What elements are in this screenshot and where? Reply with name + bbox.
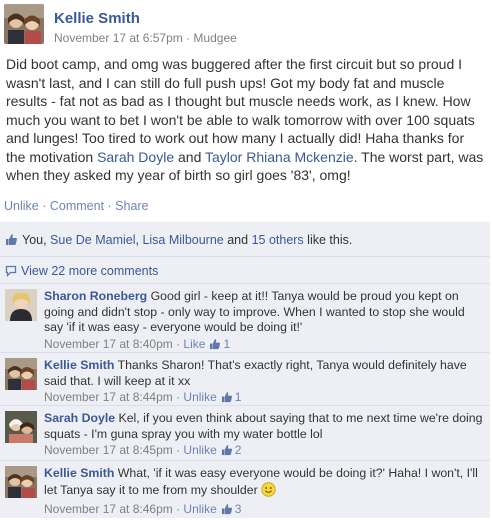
comment-unlike-link[interactable]: Unlike [183,502,216,516]
comment-meta: November 17 at 8:45pm · Unlike 2 [44,443,486,461]
post-author-name[interactable]: Kellie Smith [54,10,140,27]
likes-others-link[interactable]: 15 others [252,233,304,247]
divider [0,405,490,406]
post-body: Did boot camp, and omg was buggered afte… [6,55,486,185]
action-separator: · [38,199,50,213]
view-more-comments[interactable]: View 22 more comments [5,264,158,278]
likes-and: and [223,233,252,247]
divider [0,256,490,257]
thumbs-up-icon[interactable] [221,444,233,461]
post-location[interactable]: Mudgee [193,31,236,45]
comment-text-block: Kellie Smith What, 'if it was easy every… [44,466,486,520]
tagged-person-taylor[interactable]: Taylor Rhiana Mckenzie [205,149,354,165]
comment-text-block: Kellie Smith Thanks Sharon! That's exact… [44,358,486,408]
post-actions: Unlike · Comment · Share [4,199,149,213]
meta-separator: · [172,443,184,457]
comment-author[interactable]: Sarah Doyle [44,411,115,425]
speech-bubble-icon [5,265,17,278]
commenter-avatar[interactable] [5,289,37,321]
comment-author[interactable]: Sharon Roneberg [44,289,147,303]
comment-like-count[interactable]: 1 [235,390,242,404]
action-separator: · [104,199,116,213]
share-link[interactable]: Share [115,199,148,213]
liker-sue[interactable]: Sue De Mamiel [50,233,135,247]
liker-lisa[interactable]: Lisa Milbourne [142,233,223,247]
meta-separator: · [172,502,184,516]
divider [0,352,490,353]
meta-separator: · [172,390,184,404]
unlike-link[interactable]: Unlike [4,199,39,213]
likes-summary: You, Sue De Mamiel, Lisa Milbourne and 1… [5,233,352,249]
comment-text-block: Sharon Roneberg Good girl - keep at it!!… [44,289,486,354]
commenter-avatar[interactable] [5,411,37,443]
divider [0,460,490,461]
post-timestamp[interactable]: November 17 at 6:57pm [54,31,183,45]
divider [0,283,490,284]
commenter-avatar[interactable] [5,358,37,390]
meta-separator: · [172,336,184,351]
comment-unlike-link[interactable]: Unlike [183,390,216,404]
comment-like-count[interactable]: 2 [235,443,242,457]
thumbs-up-icon[interactable] [221,503,233,520]
post-meta: November 17 at 6:57pm · Mudgee [54,31,237,45]
smiley-emoticon-icon [261,481,276,502]
commenter-avatar[interactable] [5,466,37,498]
author-avatar[interactable] [4,4,44,44]
comment-like-link[interactable]: Like [183,337,205,351]
post-text-and: and [174,148,205,165]
comment-like-count[interactable]: 1 [223,337,230,351]
meta-separator: · [182,31,194,45]
comment-timestamp[interactable]: November 17 at 8:46pm [44,502,173,516]
view-more-comments-label[interactable]: View 22 more comments [21,264,158,278]
comment-author[interactable]: Kellie Smith [44,358,114,372]
tagged-person-sarah[interactable]: Sarah Doyle [97,149,174,165]
comment-unlike-link[interactable]: Unlike [183,443,216,457]
comment-author[interactable]: Kellie Smith [44,466,114,480]
comment-text-block: Sarah Doyle Kel, if you even think about… [44,411,486,461]
comment-timestamp[interactable]: November 17 at 8:40pm [44,337,173,351]
comment-timestamp[interactable]: November 17 at 8:45pm [44,443,173,457]
thumbs-up-icon [5,233,18,249]
comment-link[interactable]: Comment [50,199,104,213]
comment-meta: November 17 at 8:46pm · Unlike 3 [44,502,486,520]
likes-you: You, [22,233,51,247]
comment-like-count[interactable]: 3 [235,502,242,516]
likes-suffix: like this. [303,233,353,247]
comment-timestamp[interactable]: November 17 at 8:44pm [44,390,173,404]
post-header: Kellie Smith November 17 at 6:57pm · Mud… [4,4,488,46]
